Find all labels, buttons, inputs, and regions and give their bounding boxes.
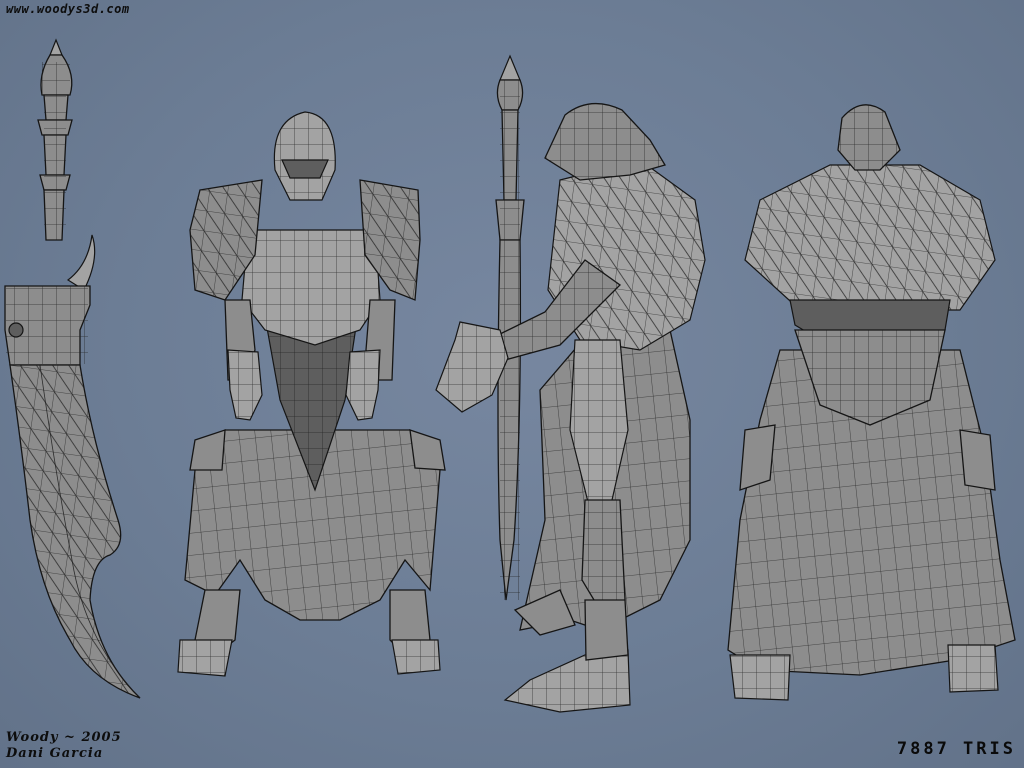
model-views	[4, 38, 1016, 713]
triangle-count: 7887 TRIS	[896, 739, 1016, 759]
sword-pommel-tip	[49, 38, 63, 56]
staff-tip	[499, 54, 521, 81]
sword-guard-hook	[66, 234, 96, 291]
knight-front-view	[177, 111, 446, 677]
credit-name: Dani Garcia	[6, 746, 104, 761]
knight-side-view	[435, 103, 706, 713]
sword-model	[4, 38, 141, 699]
sword-guard-ring	[8, 322, 24, 338]
credit-author: Woody ~ 2005	[6, 730, 122, 745]
wireframe-showcase: www.woodys3d.com Woody ~ 2005 Dani Garci…	[0, 0, 1024, 768]
knight-back-view	[727, 104, 1016, 701]
